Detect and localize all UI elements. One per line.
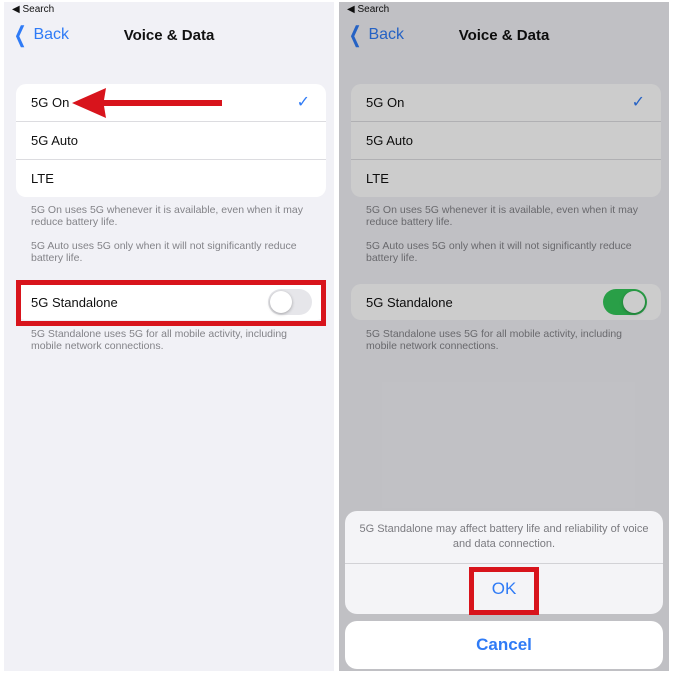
- option-lte[interactable]: LTE: [16, 159, 326, 197]
- footnote-5g-on: 5G On uses 5G whenever it is available, …: [31, 204, 303, 228]
- right-screen: ◀ Search ❮ Back Voice & Data 5G On ✓ 5G …: [339, 2, 669, 671]
- alert-message: 5G Standalone may affect battery life an…: [345, 511, 663, 564]
- left-screen: ◀ Search ❮ Back Voice & Data 5G On ✓ 5G …: [4, 2, 334, 671]
- page-title: Voice & Data: [123, 27, 215, 44]
- status-back-link[interactable]: ◀ Search: [12, 4, 54, 15]
- cancel-button[interactable]: Cancel: [345, 621, 663, 669]
- nav-bar: ❮ Back Voice & Data: [4, 20, 334, 54]
- checkmark-icon: ✓: [296, 94, 310, 111]
- back-triangle-icon: ◀: [12, 4, 20, 15]
- red-arrow-icon: [72, 88, 222, 118]
- footnote-5g-auto: 5G Auto uses 5G only when it will not si…: [31, 240, 297, 264]
- option-5g-auto[interactable]: 5G Auto: [16, 121, 326, 159]
- highlight-box-ok: [469, 567, 539, 615]
- highlight-box-standalone: [16, 280, 326, 326]
- footnote-standalone: 5G Standalone uses 5G for all mobile act…: [31, 328, 288, 352]
